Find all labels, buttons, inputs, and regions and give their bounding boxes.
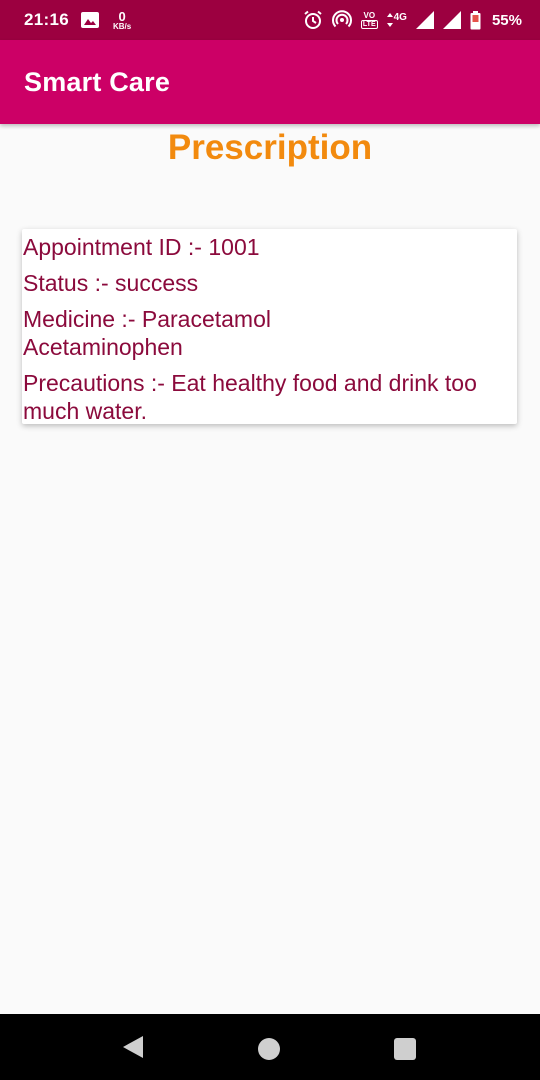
screen: 21:16 0 KB/s VO LTE 4G 55% Smart Care Pr…: [0, 0, 540, 1080]
status-left: 21:16 0 KB/s: [24, 10, 131, 31]
network-speed-unit: KB/s: [112, 21, 132, 31]
medicine-text-line-1: Medicine :- Paracetamol: [23, 306, 271, 332]
battery-icon: [470, 10, 481, 30]
status-right: VO LTE 4G 55%: [303, 10, 522, 30]
volte-bottom: LTE: [360, 19, 378, 29]
battery-percent: 55%: [491, 11, 522, 29]
signal-icon: [415, 11, 434, 29]
network-type: 4G: [386, 12, 407, 28]
prescription-card: Appointment ID :- 1001 Status :- success…: [22, 229, 517, 424]
navigation-bar: [0, 1014, 540, 1080]
volte-top: VO: [363, 10, 376, 20]
hotspot-icon: [331, 10, 352, 30]
signal-icon-2: [442, 11, 461, 29]
medicine-text-line-2: Acetaminophen: [23, 334, 183, 360]
image-icon: [80, 12, 99, 28]
page-title: Prescription: [167, 128, 373, 167]
recents-icon[interactable]: [394, 1038, 416, 1060]
appointment-id-text: Appointment ID :- 1001: [23, 234, 260, 260]
precautions-text-line-1: Precautions :- Eat healthy food and drin…: [23, 370, 477, 396]
app-bar: Smart Care: [0, 40, 540, 124]
volte-icon: VO LTE: [360, 10, 378, 29]
network-speed: 0 KB/s: [113, 10, 131, 31]
network-speed-value: 0: [118, 8, 126, 24]
back-icon[interactable]: [121, 1035, 145, 1059]
alarm-icon: [303, 10, 323, 30]
app-title: Smart Care: [24, 66, 171, 97]
network-type-label: 4G: [393, 12, 407, 23]
precautions-text-line-2: much water.: [23, 398, 147, 424]
status-time: 21:16: [24, 10, 69, 29]
status-text: Status :- success: [23, 270, 199, 296]
home-icon[interactable]: [258, 1038, 280, 1060]
status-bar: 21:16 0 KB/s VO LTE 4G 55%: [0, 0, 540, 40]
